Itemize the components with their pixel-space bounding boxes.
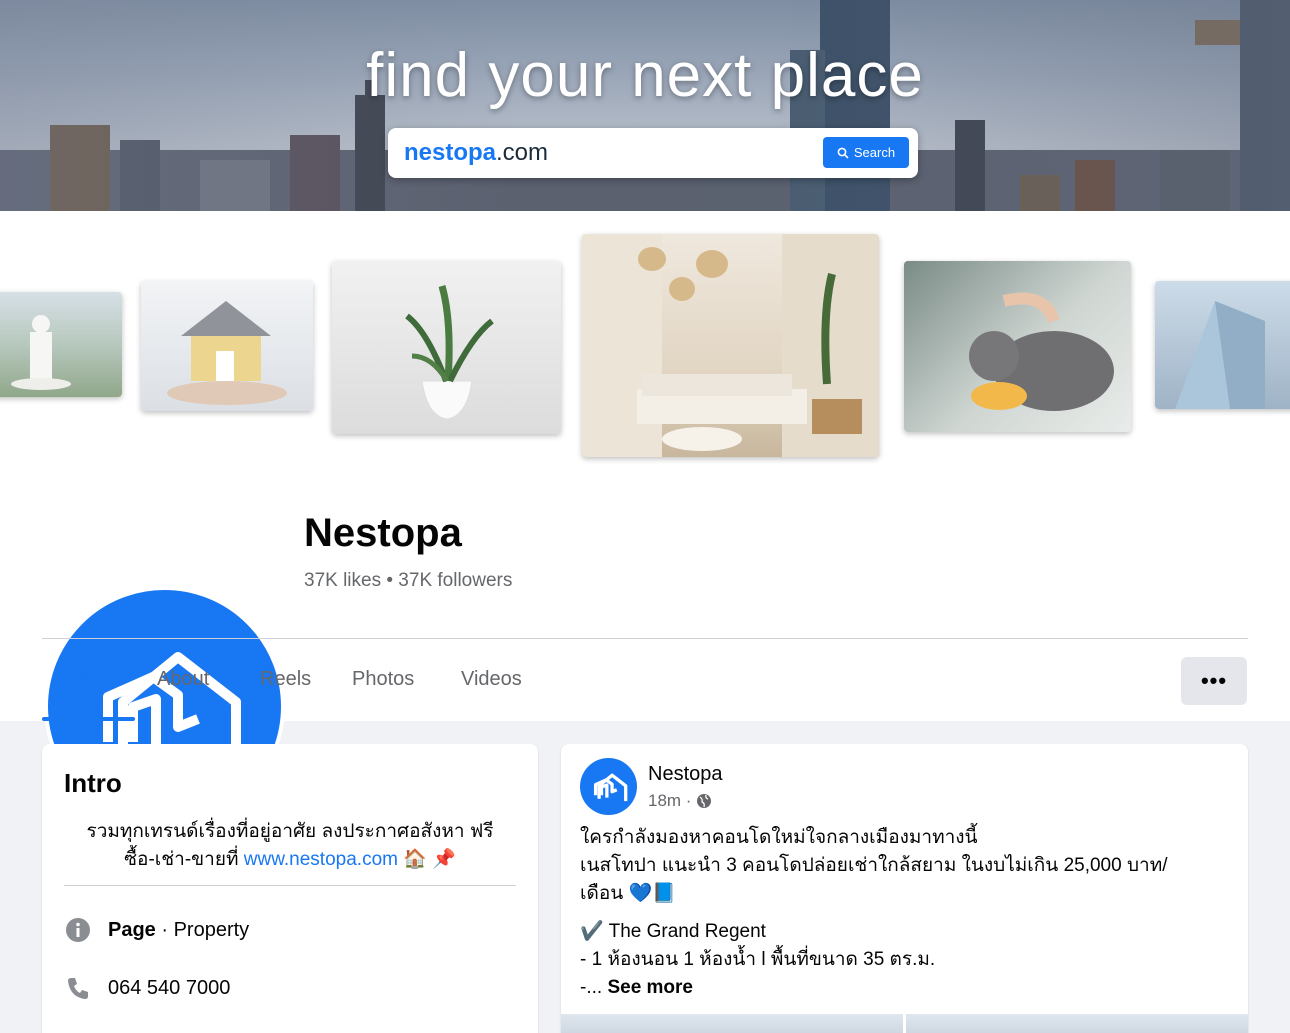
info-icon	[64, 916, 92, 944]
post-timestamp: 18m ·	[648, 791, 712, 811]
phone-icon	[64, 974, 92, 1002]
tab-posts[interactable]: Posts	[64, 668, 114, 691]
potted-plant-photo	[332, 261, 561, 434]
more-options-button[interactable]: •••	[1181, 657, 1247, 705]
nestopa-logo-icon	[593, 773, 627, 801]
globe-icon	[697, 794, 712, 808]
see-more-link[interactable]: See more	[607, 977, 693, 998]
banner-tagline: find your next place	[366, 41, 924, 110]
banner-search-button: Search	[823, 137, 909, 168]
post-images[interactable]	[561, 1014, 1248, 1033]
cover-photo[interactable]	[0, 211, 1290, 827]
intro-phone-row: 064 540 7000	[64, 974, 230, 1002]
banner-domain: nestopa.com	[404, 139, 549, 166]
website-link[interactable]: www.nestopa.com	[244, 849, 398, 870]
buddha-statue-photo	[0, 292, 122, 397]
cover-banner: find your next place nestopa.com Search	[0, 0, 1290, 211]
house-pin-emoji: 🏠 📌	[403, 849, 456, 870]
page-stats[interactable]: 37K likes • 37K followers	[304, 570, 512, 592]
phone-number: 064 540 7000	[108, 976, 231, 999]
category-label: Page	[108, 918, 156, 941]
intro-bio: รวมทุกเทรนด์เรื่องที่อยู่อาศัย ลงประกาศอ…	[86, 821, 494, 870]
divider	[42, 638, 1248, 639]
post-body: ใครกำลังมองหาคอนโดใหม่ใจกลางเมืองมาทางนี…	[580, 827, 1168, 998]
intro-divider	[64, 885, 516, 886]
cat-photo	[904, 261, 1131, 432]
intro-card: Intro รวมทุกเทรนด์เรื่องที่อยู่อาศัย ลงป…	[42, 744, 538, 1033]
intro-category-row: Page · Property	[64, 916, 249, 944]
category-value[interactable]: · Property	[156, 919, 249, 941]
tab-photos[interactable]: Photos	[352, 668, 414, 691]
active-tab-indicator	[42, 717, 135, 721]
page-title: Nestopa	[304, 511, 462, 555]
glass-tower-photo	[1155, 281, 1290, 409]
tab-about[interactable]: About	[157, 668, 209, 691]
tab-reels[interactable]: Reels	[260, 668, 311, 691]
intro-title: Intro	[64, 768, 122, 798]
tab-videos[interactable]: Videos	[461, 668, 522, 691]
post-author-name[interactable]: Nestopa	[648, 763, 723, 786]
search-icon	[837, 147, 849, 159]
banner-search-box: nestopa.com Search	[388, 128, 918, 178]
living-room-photo	[582, 234, 879, 457]
post-card: Nestopa 18m · ใครกำลังมองหาคอนโดใหม่ใจกล…	[561, 744, 1248, 1033]
post-author-avatar[interactable]	[580, 758, 637, 815]
house-model-photo	[141, 281, 313, 411]
